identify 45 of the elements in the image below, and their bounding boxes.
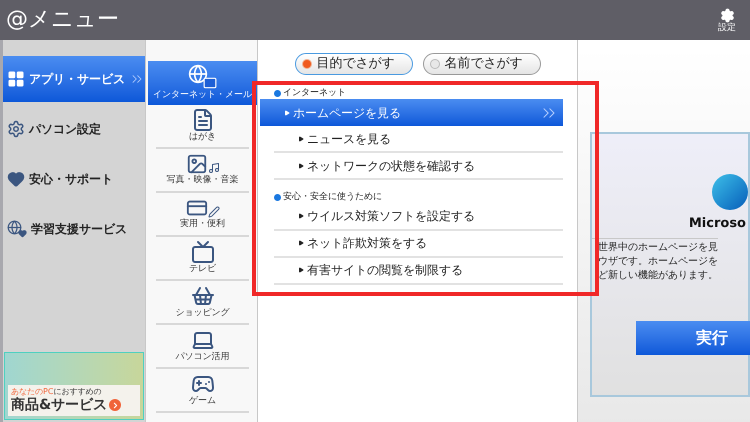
promo-banner[interactable]: あなたのPCにおすすめの 商品&サービス <box>4 352 144 420</box>
subcategory-item[interactable]: ショッピング <box>156 281 250 325</box>
globe-heart-icon <box>7 220 27 238</box>
banner-highlight: あなたのPC <box>11 386 54 396</box>
subcategory-item[interactable]: 写真・映像・音楽 <box>156 149 250 193</box>
menu-item[interactable]: ニュースを見る <box>274 126 563 154</box>
settings-icon <box>7 120 25 138</box>
subcategory-item[interactable]: 実用・便利 <box>156 193 250 237</box>
browser-logo-icon <box>712 174 748 210</box>
section-title: 安心・安全に使うために <box>283 192 382 204</box>
subcategory-item[interactable]: パソコン活用 <box>156 325 250 369</box>
search-mode-toggle[interactable]: 名前でさがす <box>422 53 541 75</box>
settings-button[interactable]: 設定 <box>718 8 736 32</box>
triangle-icon <box>298 136 304 142</box>
window-title: @メニュー <box>6 9 119 31</box>
menu-item[interactable]: ホームページを見る <box>260 99 563 126</box>
card-title: Microso <box>688 215 747 233</box>
card-description: 世界中のホームページを見 ウザです。ホームページを ど新しい機能があります。 <box>592 238 718 282</box>
menu-item[interactable]: ネットワークの状態を確認する <box>274 153 563 180</box>
picture-music-icon <box>186 153 220 176</box>
triangle-icon <box>298 267 304 273</box>
triangle-icon <box>284 110 290 116</box>
subcategory-item[interactable]: テレビ <box>156 237 250 281</box>
run-button[interactable]: 実行 <box>636 320 750 354</box>
category-item[interactable]: 学習支援サービス <box>3 206 145 252</box>
heart-icon <box>7 170 25 188</box>
banner-text: におすすめの <box>53 386 102 396</box>
search-mode-toggle[interactable]: 目的でさがす <box>294 53 413 75</box>
grid-icon <box>7 70 25 88</box>
triangle-icon <box>298 240 304 246</box>
subcategory-item[interactable]: インターネット・メール <box>148 61 258 105</box>
subcategory-item[interactable]: はがき <box>156 105 250 149</box>
category-item[interactable]: アプリ・サービス <box>3 56 145 102</box>
triangle-icon <box>298 162 304 169</box>
banner-title: 商品&サービス <box>11 396 108 414</box>
section-title: インターネット <box>283 88 346 100</box>
menu-item[interactable]: ウイルス対策ソフトを設定する <box>274 204 563 230</box>
subcategory-item[interactable]: ゲーム <box>156 369 250 413</box>
menu-item[interactable]: 有害サイトの閲覧を制限する <box>274 258 563 284</box>
category-item[interactable]: パソコン設定 <box>3 106 145 152</box>
globe-mail-icon <box>188 64 218 90</box>
category-item[interactable]: 安心・サポート <box>3 156 145 202</box>
menu-item[interactable]: ネット詐欺対策をする <box>274 230 563 258</box>
tv-icon <box>190 240 215 264</box>
triangle-icon <box>298 213 304 219</box>
